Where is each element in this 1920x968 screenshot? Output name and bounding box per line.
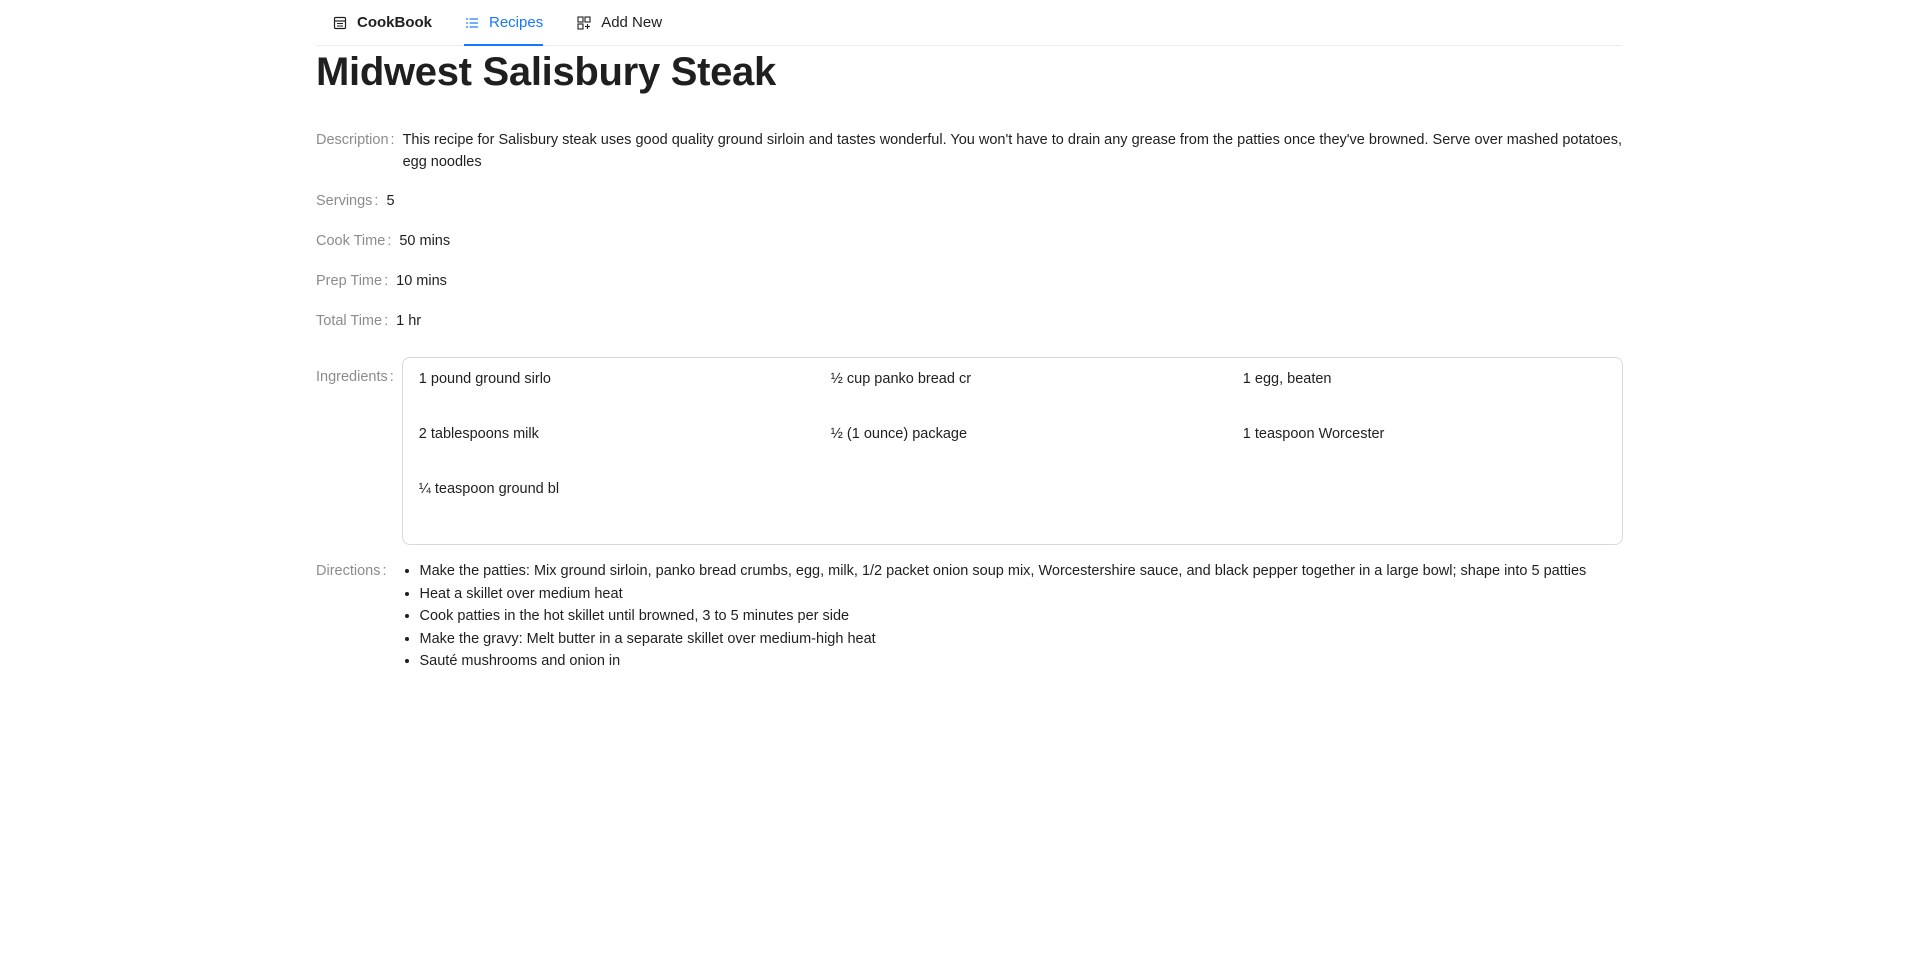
cookbook-icon <box>332 15 348 31</box>
cook-time-value: 50 mins <box>399 233 451 249</box>
description-value: This recipe for Salisbury steak uses goo… <box>402 132 1622 170</box>
nav-item-recipes-label: Recipes <box>489 14 544 31</box>
nav-item-add-new[interactable]: Add New <box>576 0 662 45</box>
nav-item-recipes[interactable]: Recipes <box>464 0 544 46</box>
ingredient-item: ¼ teaspoon ground bl <box>418 481 560 497</box>
ingredient-item: 1 pound ground sirlo <box>418 371 551 387</box>
cook-time-label: Cook Time: <box>316 233 392 249</box>
directions-label: Directions: <box>316 563 387 579</box>
nav-brand-cookbook[interactable]: CookBook <box>316 0 432 45</box>
nav-item-add-new-label: Add New <box>601 14 663 31</box>
ingredients-label: Ingredients: <box>316 369 394 385</box>
list-icon <box>464 15 480 31</box>
direction-step: Heat a skillet over medium heat <box>420 583 1587 606</box>
servings-row: Servings: 5 <box>316 190 1622 212</box>
prep-time-value: 10 mins <box>396 273 447 289</box>
ingredient-item: ½ (1 ounce) package <box>830 426 968 442</box>
prep-time-label: Prep Time: <box>316 273 389 289</box>
direction-step: Sauté mushrooms and onion in <box>420 650 1587 673</box>
total-time-row: Total Time: 1 hr <box>316 310 1622 332</box>
direction-step: Make the patties: Mix ground sirloin, pa… <box>420 560 1587 583</box>
top-nav: CookBook Recipes Add New <box>316 0 1622 46</box>
direction-step: Cook patties in the hot skillet until br… <box>420 605 1587 628</box>
ingredient-item: 2 tablespoons milk <box>418 426 539 442</box>
ingredients-list: 1 pound ground sirlo ½ cup panko bread c… <box>401 357 1623 545</box>
ingredients-row: Ingredients: 1 pound ground sirlo ½ cup … <box>316 357 1623 545</box>
directions-list: Make the patties: Mix ground sirloin, pa… <box>395 560 1587 673</box>
ingredient-item: ½ cup panko bread cr <box>830 371 972 387</box>
direction-step: Make the gravy: Melt butter in a separat… <box>420 628 1587 651</box>
total-time-value: 1 hr <box>396 313 422 329</box>
ingredient-item: 1 egg, beaten <box>1242 371 1332 387</box>
prep-time-row: Prep Time: 10 mins <box>316 270 1622 292</box>
total-time-label: Total Time: <box>316 313 389 329</box>
page-title: Midwest Salisbury Steak <box>316 50 776 94</box>
servings-value: 5 <box>386 193 395 209</box>
servings-label: Servings: <box>316 193 379 209</box>
cook-time-row: Cook Time: 50 mins <box>316 230 1622 252</box>
description-label: Description: <box>316 132 395 148</box>
directions-row: Directions: Make the patties: Mix ground… <box>316 560 1622 673</box>
description-row: Description: This recipe for Salisbury s… <box>316 129 1622 173</box>
ingredient-item: 1 teaspoon Worcester <box>1242 426 1385 442</box>
page-container: CookBook Recipes Add New Midwest Salisbu… <box>316 0 1623 673</box>
nav-brand-label: CookBook <box>357 14 432 31</box>
add-grid-icon <box>576 15 592 31</box>
recipe-details: Description: This recipe for Salisbury s… <box>316 129 1623 673</box>
